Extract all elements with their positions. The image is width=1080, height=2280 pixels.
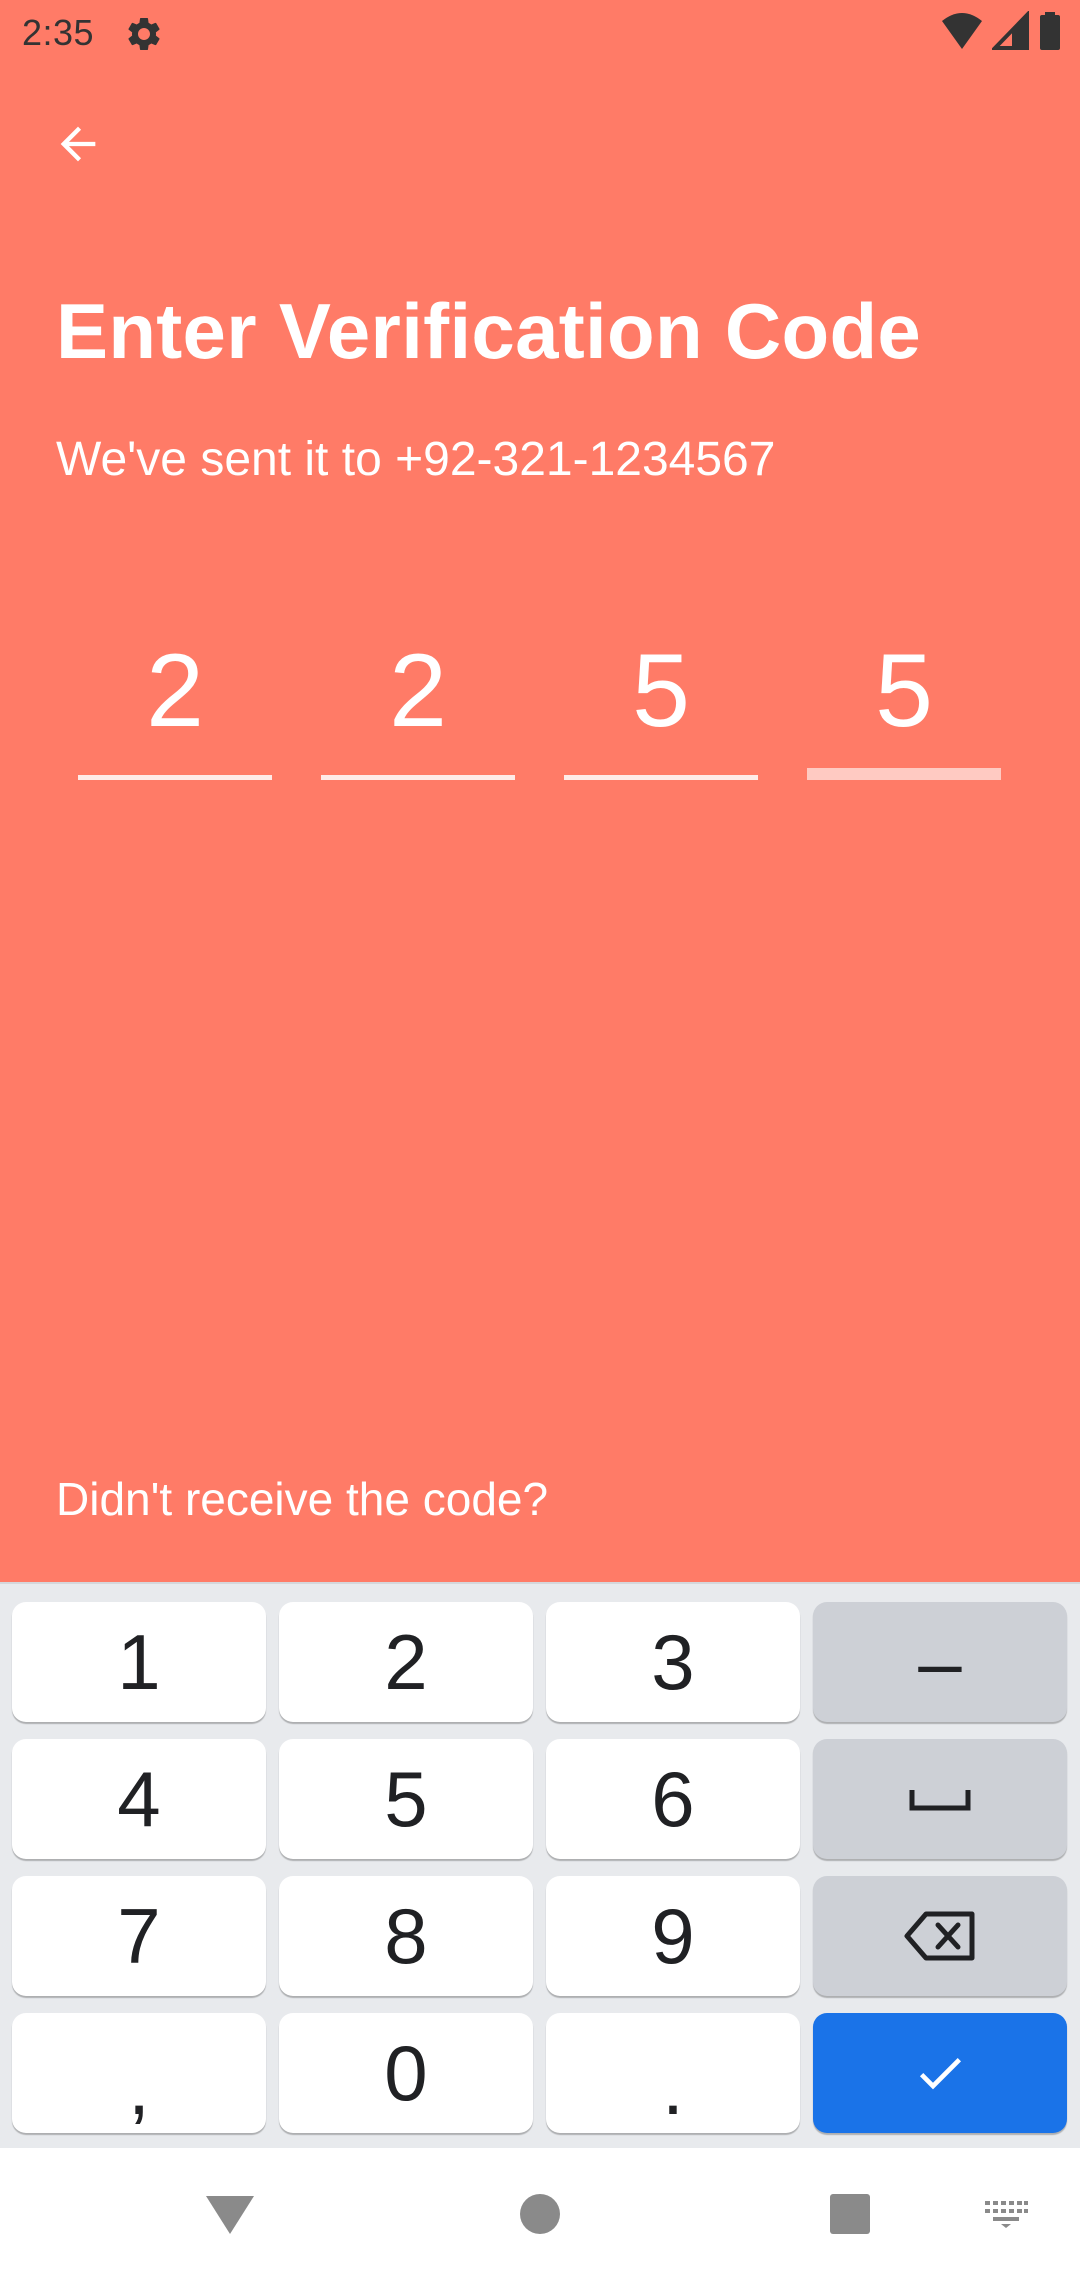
code-digit-field-active[interactable]: 5: [807, 620, 1001, 780]
status-bar: 2:35: [0, 0, 1080, 66]
key-comma-label: ,: [128, 2042, 150, 2131]
back-button[interactable]: [40, 106, 116, 182]
code-digit: 2: [389, 633, 447, 749]
nav-keyboard-button[interactable]: [970, 2178, 1042, 2250]
space-icon: [909, 1790, 971, 1811]
page-title: Enter Verification Code: [56, 287, 922, 375]
key-period-label: .: [662, 2042, 684, 2131]
nav-recents-button[interactable]: [814, 2178, 886, 2250]
key-2[interactable]: 2: [279, 1602, 533, 1722]
key-dash[interactable]: –: [813, 1602, 1067, 1722]
nav-home-button[interactable]: [504, 2178, 576, 2250]
page-subtitle: We've sent it to +92-321-1234567: [56, 433, 776, 486]
gear-icon: [124, 14, 164, 54]
key-6[interactable]: 6: [546, 1739, 800, 1859]
code-digit: 2: [146, 633, 204, 749]
wifi-icon: [940, 11, 984, 56]
key-done[interactable]: [813, 2013, 1067, 2133]
key-4[interactable]: 4: [12, 1739, 266, 1859]
backspace-icon: [904, 1911, 975, 1961]
home-circle-icon: [520, 2194, 560, 2234]
key-5[interactable]: 5: [279, 1739, 533, 1859]
key-3[interactable]: 3: [546, 1602, 800, 1722]
key-1[interactable]: 1: [12, 1602, 266, 1722]
keyboard-icon: [985, 2201, 1028, 2228]
check-icon: [919, 2058, 961, 2090]
battery-icon: [1038, 11, 1062, 56]
key-space[interactable]: [813, 1739, 1067, 1859]
back-triangle-icon: [206, 2196, 254, 2234]
code-underline: [564, 775, 758, 780]
status-icons: [940, 9, 1062, 56]
code-underline-active: [807, 768, 1001, 780]
resend-code-link[interactable]: Didn't receive the code?: [56, 1472, 548, 1526]
key-backspace[interactable]: [813, 1876, 1067, 1996]
signal-icon: [990, 9, 1030, 56]
arrow-left-icon: [60, 126, 96, 162]
key-9[interactable]: 9: [546, 1876, 800, 1996]
code-underline: [321, 775, 515, 780]
code-digit-field[interactable]: 2: [78, 620, 272, 780]
verification-screen: 2:35 Enter Verification Code We've sent …: [0, 0, 1080, 1582]
code-digit-field[interactable]: 5: [564, 620, 758, 780]
nav-back-button[interactable]: [194, 2178, 266, 2250]
key-7[interactable]: 7: [12, 1876, 266, 1996]
key-0[interactable]: 0: [279, 2013, 533, 2133]
key-period[interactable]: .: [546, 2013, 800, 2133]
status-time: 2:35: [22, 12, 95, 53]
code-digit: 5: [632, 633, 690, 749]
key-8[interactable]: 8: [279, 1876, 533, 1996]
numeric-keyboard: 1 2 3 – 4 5 6 7 8 9 , 0 .: [0, 1582, 1080, 2150]
code-underline: [78, 775, 272, 780]
code-digit: 5: [875, 633, 933, 749]
code-digit-field[interactable]: 2: [321, 620, 515, 780]
navigation-bar: [0, 2148, 1080, 2280]
key-comma[interactable]: ,: [12, 2013, 266, 2133]
verification-code-input[interactable]: 2 2 5 5: [78, 620, 1002, 780]
recents-square-icon: [830, 2194, 870, 2234]
